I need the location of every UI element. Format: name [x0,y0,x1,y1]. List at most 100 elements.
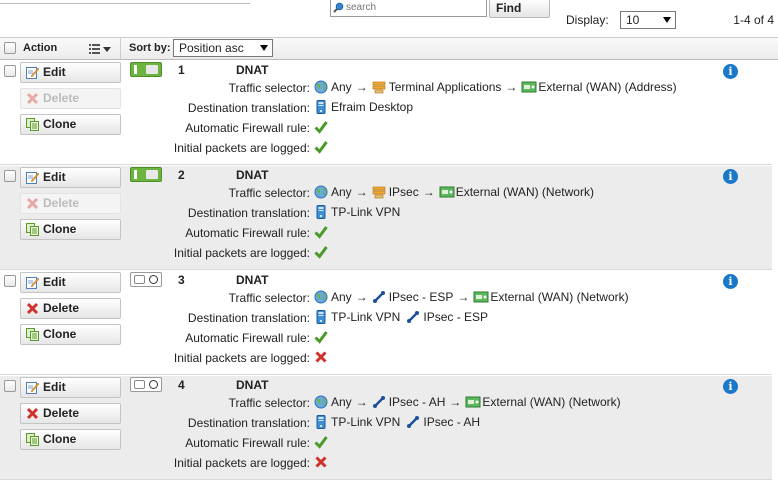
logged-label: Initial packets are logged: [173,141,310,155]
display-value: 10 [626,13,640,27]
toggle-knob [134,170,137,179]
wan-interface-icon [465,395,481,409]
traffic-selector-value: Any → IPsec - AH → External (WAN) (Network) [314,395,621,409]
find-button[interactable]: Find [489,0,550,18]
toggle-knob [146,170,158,179]
host-icon [314,415,328,429]
check-icon [314,225,328,239]
auto-firewall-value [314,330,331,344]
auto-firewall-label: Automatic Firewall rule: [185,436,310,450]
destination-interface: External (WAN) (Address) [538,80,677,94]
logged-line: Initial packets are logged: [0,138,772,158]
translation-host: Efraim Desktop [331,100,414,114]
select-all-checkbox[interactable] [4,42,16,54]
rule-position: 4 [178,378,185,392]
traffic-selector-label: Traffic selector: [228,291,310,305]
search-box[interactable] [330,0,487,17]
auto-firewall-label: Automatic Firewall rule: [185,121,310,135]
enable-toggle[interactable] [130,272,162,287]
translation-service: IPsec - AH [423,415,481,429]
auto-firewall-value [314,225,331,239]
translation-host: TP-Link VPN [331,415,401,429]
rule-row: Edit Delete Clone 1 DNAT i Traffic selector: An… [0,61,772,165]
enable-toggle[interactable] [130,62,162,77]
arrow-right-icon: → [355,185,368,199]
enable-toggle[interactable] [130,377,162,392]
arrow-right-icon: → [449,395,462,409]
display-select[interactable]: 10 [620,11,676,29]
rule-position: 2 [178,168,185,182]
logged-value [314,140,331,154]
destination-interface: External (WAN) (Network) [490,290,629,304]
host-icon [314,310,328,324]
globe-icon [314,290,328,304]
auto-firewall-line: Automatic Firewall rule: [0,118,772,138]
rule-type: DNAT [236,168,269,182]
translation-host: TP-Link VPN [331,310,401,324]
arrow-right-icon: → [355,290,368,304]
edit-label: Edit [43,65,66,79]
info-icon[interactable]: i [723,379,738,394]
service-protocol-icon [372,395,386,409]
service-name: IPsec - ESP [388,290,454,304]
cross-icon [314,350,328,364]
destination-translation-line: Destination translation: TP-Link VPN IPsec… [0,413,772,433]
arrow-right-icon: → [355,395,368,409]
destination-translation-value: Efraim Desktop [314,100,413,114]
logged-line: Initial packets are logged: [0,243,772,263]
service-protocol-icon [406,310,420,324]
destination-translation-line: Destination translation: Efraim Desktop [0,98,772,118]
search-icon [333,2,344,13]
row-checkbox[interactable] [4,275,16,287]
sort-select[interactable]: Position asc [173,39,273,57]
destination-translation-value: TP-Link VPN IPsec - ESP [314,310,488,324]
rule-position: 1 [178,63,185,77]
check-icon [314,245,328,259]
toggle-knob [146,65,158,74]
filter-field[interactable] [0,0,250,4]
arrow-right-icon: → [505,80,518,94]
rule-row: Edit Delete Clone 2 DNAT i Traffic selector: An… [0,166,772,270]
column-menu-icon[interactable] [89,43,111,55]
logged-label: Initial packets are logged: [173,456,310,470]
destination-interface: External (WAN) (Network) [482,395,621,409]
traffic-selector-line: Traffic selector: Any → IPsec - ESP → Externa… [0,288,772,308]
service-name: IPsec - AH [388,395,446,409]
traffic-selector-line: Traffic selector: Any → IPsec - AH → External… [0,393,772,413]
auto-firewall-label: Automatic Firewall rule: [185,226,310,240]
source-any: Any [331,80,352,94]
logged-value [314,350,331,364]
logged-value [314,455,331,469]
source-any: Any [331,290,352,304]
host-icon [314,205,328,219]
check-icon [314,330,328,344]
row-checkbox[interactable] [4,65,16,77]
enable-toggle[interactable] [130,167,162,182]
info-icon[interactable]: i [723,169,738,184]
service-protocol-icon [406,415,420,429]
row-checkbox[interactable] [4,170,16,182]
destination-translation-label: Destination translation: [187,101,310,115]
service-name: IPsec [388,185,419,199]
wan-interface-icon [521,80,537,94]
rule-row: Edit Delete Clone 3 DNAT i Traffic selector: An… [0,271,772,375]
info-icon[interactable]: i [723,64,738,79]
sort-value: Position asc [179,41,244,55]
traffic-selector-value: Any → Terminal Applications → External (WAN)… [314,80,677,94]
traffic-selector-line: Traffic selector: Any → Terminal Applicatio… [0,78,772,98]
service-protocol-icon [372,290,386,304]
logged-value [314,245,331,259]
translation-host: TP-Link VPN [331,205,401,219]
rule-type: DNAT [236,63,269,77]
traffic-selector-label: Traffic selector: [228,396,310,410]
source-any: Any [331,395,352,409]
service-name: Terminal Applications [388,80,502,94]
cross-icon [314,455,328,469]
info-icon[interactable]: i [723,274,738,289]
toolbar: Find Display: 10 1-4 of 4 [0,0,778,36]
globe-icon [314,395,328,409]
row-checkbox[interactable] [4,380,16,392]
chevron-down-icon [260,45,268,51]
toggle-knob [149,275,158,284]
search-input[interactable] [344,2,479,13]
